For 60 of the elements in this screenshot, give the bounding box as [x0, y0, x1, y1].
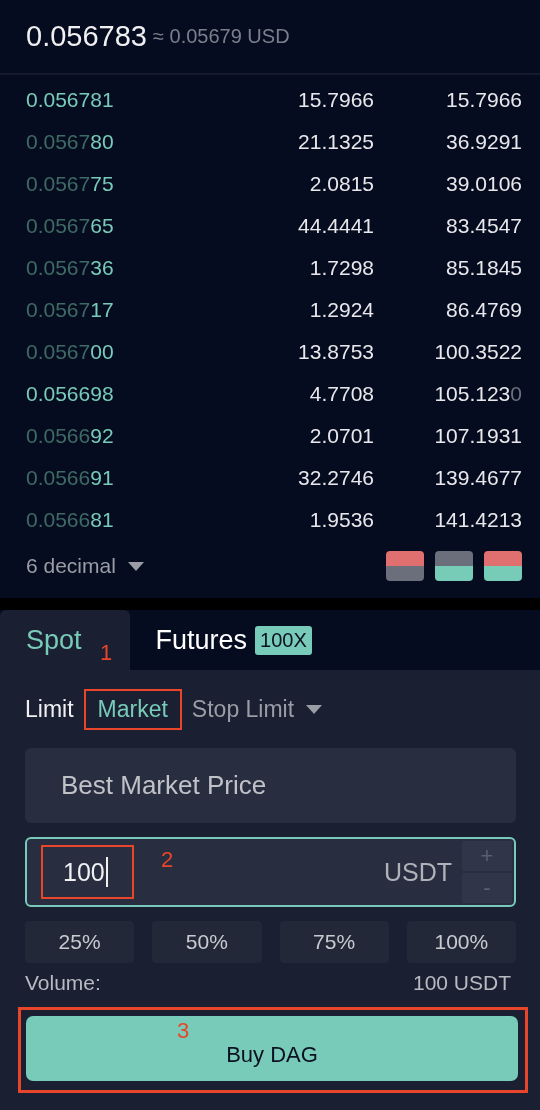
- currency-unit: USDT: [383, 857, 452, 887]
- bid-price: 0.056700: [26, 340, 115, 364]
- bid-amount: 1.9536: [308, 508, 374, 532]
- bid-price: 0.056780: [26, 130, 115, 154]
- last-price: 0.056783: [26, 20, 147, 53]
- bid-total: 141.4213: [433, 508, 522, 532]
- bid-price: 0.056765: [26, 214, 115, 238]
- percent-button[interactable]: 75%: [279, 921, 389, 963]
- bid-total: 100.3522: [433, 340, 522, 364]
- bid-total: 83.4547: [445, 214, 522, 238]
- percent-button[interactable]: 25%: [25, 921, 135, 963]
- bid-amount: 1.7298: [308, 256, 374, 280]
- bid-amount: 15.7966: [297, 88, 374, 112]
- trading-mode-tab[interactable]: Futures 100X: [129, 610, 338, 670]
- bid-total: 36.9291: [445, 130, 522, 154]
- bid-total: 107.1931: [433, 424, 522, 448]
- annotation-number: 2: [161, 847, 174, 873]
- bid-total: 15.7966: [445, 88, 522, 112]
- bid-price: 0.056736: [26, 256, 115, 280]
- bid-amount: 4.7708: [308, 382, 374, 406]
- bid-total: 86.4769: [445, 298, 522, 322]
- caret-icon: [127, 561, 144, 571]
- tab-label: Futures: [155, 624, 248, 656]
- bid-total: 105.1230: [433, 382, 522, 406]
- bid-amount: 32.2746: [297, 466, 374, 490]
- bid-price: 0.056681: [26, 508, 115, 532]
- bid-total: 85.1845: [445, 256, 522, 280]
- precision-dropdown[interactable]: 6 decimal: [26, 554, 144, 578]
- annotation-number: 3: [177, 1018, 190, 1044]
- tab-label: Spot: [26, 624, 82, 656]
- bid-amount: 1.2924: [308, 298, 374, 322]
- percent-button[interactable]: 100%: [406, 921, 516, 963]
- bid-amount: 44.4441: [297, 214, 374, 238]
- order-type-tab[interactable]: Market: [97, 695, 168, 723]
- book-layout-icon[interactable]: [484, 551, 522, 581]
- bid-total: 139.4677: [433, 466, 522, 490]
- order-type-tab[interactable]: Stop Limit: [191, 695, 323, 723]
- volume-label: Volume:: [25, 971, 101, 995]
- bid-price: 0.056717: [26, 298, 115, 322]
- bid-price: 0.056691: [26, 466, 115, 490]
- bid-amount: 2.0815: [308, 172, 374, 196]
- caret-icon: [306, 704, 323, 714]
- order-type-tab[interactable]: Limit: [25, 695, 74, 723]
- bid-price: 0.056781: [26, 88, 115, 112]
- bid-amount: 21.1325: [297, 130, 374, 154]
- leverage-badge: 100X: [255, 625, 312, 655]
- bid-amount: 13.8753: [297, 340, 374, 364]
- book-layout-icon[interactable]: [386, 551, 424, 581]
- annotation-number: 1: [100, 640, 113, 666]
- bid-price: 0.056692: [26, 424, 115, 448]
- bid-total: 39.0106: [445, 172, 522, 196]
- bid-price: 0.056775: [26, 172, 115, 196]
- volume-value: 100 USDT: [412, 971, 511, 995]
- book-layout-icon[interactable]: [435, 551, 473, 581]
- usd-equivalent: ≈ 0.05679 USD: [152, 25, 290, 48]
- bid-amount: 2.0701: [308, 424, 374, 448]
- amount-value: 100: [63, 857, 105, 887]
- bid-price: 0.056698: [26, 382, 115, 406]
- price-field[interactable]: Best Market Price: [25, 748, 516, 823]
- percent-button[interactable]: 50%: [152, 921, 262, 963]
